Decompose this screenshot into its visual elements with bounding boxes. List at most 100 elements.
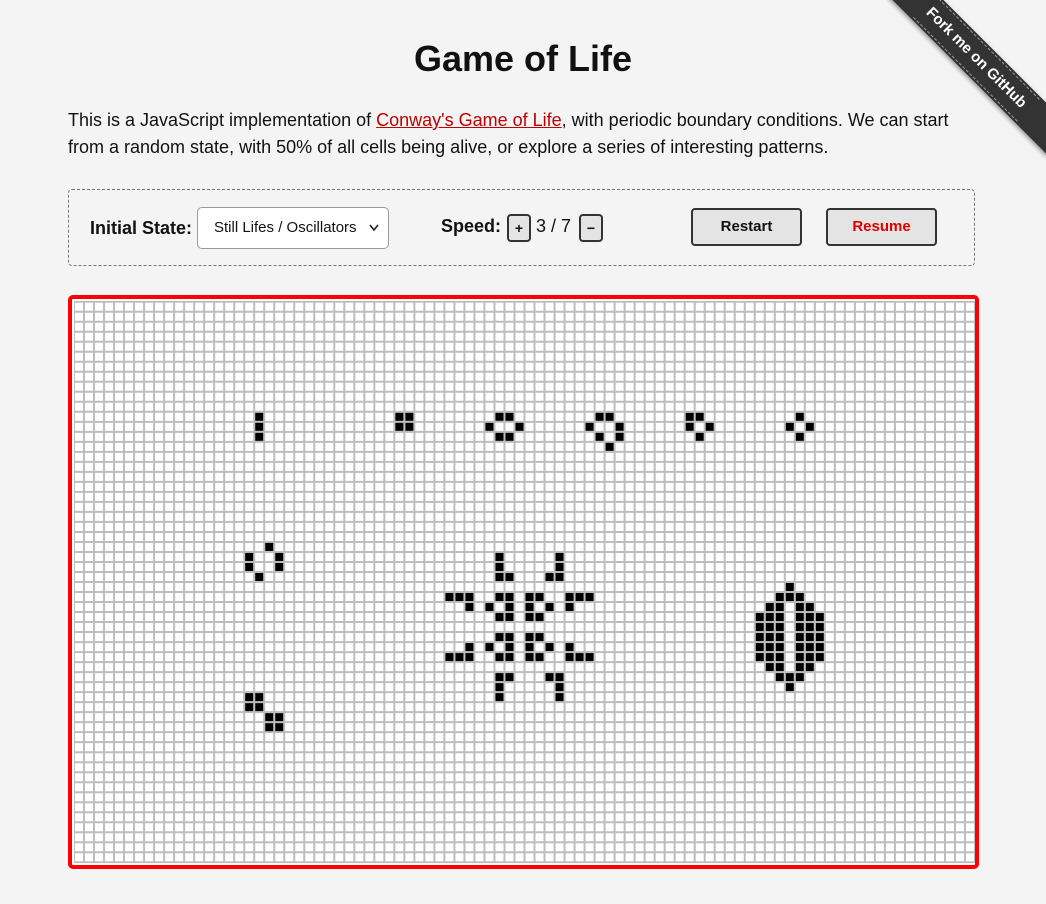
alive-cell[interactable] (795, 663, 804, 672)
alive-cell[interactable] (255, 572, 264, 581)
alive-cell[interactable] (815, 643, 824, 652)
alive-cell[interactable] (795, 613, 804, 622)
alive-cell[interactable] (605, 442, 614, 451)
alive-cell[interactable] (525, 643, 534, 652)
alive-cell[interactable] (265, 542, 274, 551)
alive-cell[interactable] (535, 593, 544, 602)
alive-cell[interactable] (805, 643, 814, 652)
alive-cell[interactable] (505, 432, 514, 441)
alive-cell[interactable] (535, 653, 544, 662)
alive-cell[interactable] (255, 412, 264, 421)
alive-cell[interactable] (695, 412, 704, 421)
alive-cell[interactable] (505, 593, 514, 602)
alive-cell[interactable] (445, 653, 454, 662)
speed-decrease-button[interactable]: − (579, 214, 603, 242)
alive-cell[interactable] (775, 633, 784, 642)
alive-cell[interactable] (395, 422, 404, 431)
alive-cell[interactable] (695, 432, 704, 441)
alive-cell[interactable] (565, 643, 574, 652)
alive-cell[interactable] (525, 613, 534, 622)
alive-cell[interactable] (555, 673, 564, 682)
alive-cell[interactable] (755, 623, 764, 632)
alive-cell[interactable] (705, 422, 714, 431)
alive-cell[interactable] (505, 613, 514, 622)
alive-cell[interactable] (775, 613, 784, 622)
alive-cell[interactable] (805, 613, 814, 622)
alive-cell[interactable] (275, 713, 284, 722)
alive-cell[interactable] (525, 653, 534, 662)
alive-cell[interactable] (785, 673, 794, 682)
alive-cell[interactable] (575, 593, 584, 602)
alive-cell[interactable] (775, 673, 784, 682)
alive-cell[interactable] (265, 723, 274, 732)
initial-state-select[interactable]: Still Lifes / Oscillators (197, 207, 389, 249)
alive-cell[interactable] (255, 422, 264, 431)
alive-cell[interactable] (505, 572, 514, 581)
conway-link[interactable]: Conway's Game of Life (376, 110, 562, 130)
alive-cell[interactable] (805, 603, 814, 612)
alive-cell[interactable] (605, 412, 614, 421)
alive-cell[interactable] (275, 723, 284, 732)
alive-cell[interactable] (775, 653, 784, 662)
alive-cell[interactable] (775, 623, 784, 632)
life-grid[interactable] (74, 301, 975, 863)
alive-cell[interactable] (485, 422, 494, 431)
alive-cell[interactable] (795, 673, 804, 682)
alive-cell[interactable] (405, 422, 414, 431)
alive-cell[interactable] (485, 643, 494, 652)
alive-cell[interactable] (805, 653, 814, 662)
alive-cell[interactable] (505, 653, 514, 662)
alive-cell[interactable] (595, 432, 604, 441)
alive-cell[interactable] (455, 593, 464, 602)
alive-cell[interactable] (245, 693, 254, 702)
alive-cell[interactable] (255, 432, 264, 441)
alive-cell[interactable] (785, 583, 794, 592)
alive-cell[interactable] (505, 643, 514, 652)
alive-cell[interactable] (795, 412, 804, 421)
alive-cell[interactable] (495, 693, 504, 702)
alive-cell[interactable] (275, 562, 284, 571)
alive-cell[interactable] (595, 412, 604, 421)
alive-cell[interactable] (575, 653, 584, 662)
alive-cell[interactable] (765, 643, 774, 652)
alive-cell[interactable] (815, 653, 824, 662)
alive-cell[interactable] (505, 603, 514, 612)
alive-cell[interactable] (585, 593, 594, 602)
alive-cell[interactable] (245, 562, 254, 571)
alive-cell[interactable] (775, 663, 784, 672)
alive-cell[interactable] (805, 422, 814, 431)
alive-cell[interactable] (495, 432, 504, 441)
alive-cell[interactable] (765, 633, 774, 642)
life-board[interactable] (68, 295, 979, 869)
alive-cell[interactable] (445, 593, 454, 602)
alive-cell[interactable] (795, 633, 804, 642)
alive-cell[interactable] (505, 673, 514, 682)
alive-cell[interactable] (795, 593, 804, 602)
alive-cell[interactable] (255, 703, 264, 712)
alive-cell[interactable] (515, 422, 524, 431)
alive-cell[interactable] (615, 432, 624, 441)
alive-cell[interactable] (465, 593, 474, 602)
alive-cell[interactable] (775, 593, 784, 602)
alive-cell[interactable] (795, 653, 804, 662)
alive-cell[interactable] (495, 673, 504, 682)
alive-cell[interactable] (525, 633, 534, 642)
alive-cell[interactable] (795, 643, 804, 652)
alive-cell[interactable] (535, 613, 544, 622)
alive-cell[interactable] (255, 693, 264, 702)
alive-cell[interactable] (765, 603, 774, 612)
alive-cell[interactable] (755, 633, 764, 642)
alive-cell[interactable] (785, 593, 794, 602)
alive-cell[interactable] (555, 572, 564, 581)
alive-cell[interactable] (555, 562, 564, 571)
alive-cell[interactable] (545, 572, 554, 581)
alive-cell[interactable] (535, 633, 544, 642)
alive-cell[interactable] (495, 562, 504, 571)
alive-cell[interactable] (805, 633, 814, 642)
alive-cell[interactable] (785, 422, 794, 431)
alive-cell[interactable] (465, 643, 474, 652)
restart-button[interactable]: Restart (691, 208, 802, 246)
alive-cell[interactable] (545, 643, 554, 652)
alive-cell[interactable] (495, 633, 504, 642)
alive-cell[interactable] (495, 552, 504, 561)
